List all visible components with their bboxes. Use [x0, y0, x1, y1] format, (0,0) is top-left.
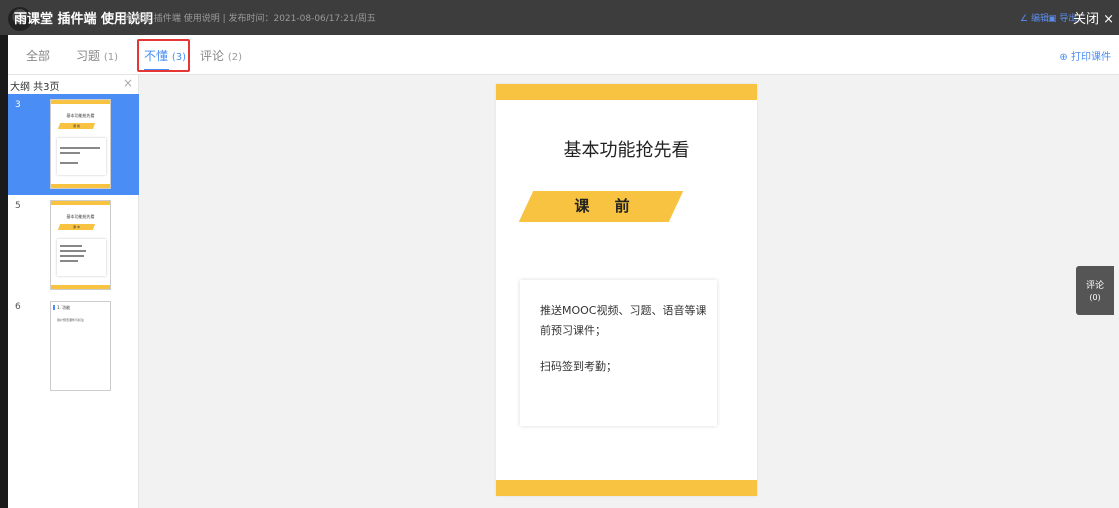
page: 雨课堂 插件端 使用说明 雨课堂 插件端 使用说明 | 发布时间：2021-08…: [0, 0, 1119, 508]
edit-label: 编辑: [1030, 14, 1049, 24]
slide-top-band: [496, 84, 757, 100]
tab-count: (2): [227, 52, 243, 63]
thumbnail-page-number: 3: [15, 100, 21, 110]
slide-content-box: 推送MOOC视频、习题、语音等课前预习课件； 扫码签到考勤；: [520, 280, 717, 426]
left-edge: [0, 35, 8, 508]
slide-bottom-band: [496, 480, 757, 496]
slide-preview: 基本功能抢先看 课 前 推送MOOC视频、习题、语音等课前预习课件； 扫码签到考…: [496, 84, 757, 496]
thumbnail-text: 用户预览课件与标注: [57, 318, 85, 322]
printer-icon: ⊕: [1059, 52, 1068, 63]
thumbnail-banner: 课 中: [73, 225, 80, 229]
tab-label: 全部: [26, 49, 51, 63]
edit-button[interactable]: ∠ 编辑: [1020, 11, 1049, 24]
outline-sidebar: 大纲 共3页 × 3 基本功能抢先看 课 前 5 基本功能抢先看 课 中 6 1…: [8, 75, 139, 508]
slide-text-line: 推送MOOC视频、习题、语音等课前预习课件；: [540, 304, 707, 337]
slide-thumbnail: 基本功能抢先看 课 前: [50, 99, 111, 189]
thumbnail-heading: 1. 功能: [57, 305, 71, 310]
print-label: 打印课件: [1071, 52, 1111, 63]
thumbnail-item[interactable]: 3 基本功能抢先看 课 前: [8, 94, 139, 195]
highlight-box: [137, 39, 190, 72]
sidebar-close-icon[interactable]: ×: [123, 76, 133, 90]
close-button[interactable]: 关闭 ×: [1073, 8, 1114, 27]
sidebar-header: 大纲 共3页 ×: [8, 75, 139, 94]
tab-exercises[interactable]: 习题 (1): [76, 47, 118, 64]
tab-comments[interactable]: 评论 (2): [200, 47, 242, 64]
comment-tab-label: 评论: [1085, 281, 1104, 291]
top-bar: 雨课堂 插件端 使用说明 雨课堂 插件端 使用说明 | 发布时间：2021-08…: [0, 0, 1119, 35]
thumbnail-title: 基本功能抢先看: [66, 214, 95, 219]
publish-info: 雨课堂 插件端 使用说明 | 发布时间：2021-08-06/17:21/周五: [124, 14, 376, 24]
thumbnail-item[interactable]: 6 1. 功能 用户预览课件与标注: [8, 296, 139, 397]
comment-tab-count: (0): [1089, 293, 1101, 302]
thumbnail-item[interactable]: 5 基本功能抢先看 课 中: [8, 195, 139, 296]
slide-title: 基本功能抢先看: [563, 140, 690, 161]
sidebar-title: 大纲 共3页: [10, 82, 60, 93]
tab-count: (1): [103, 52, 119, 63]
thumbnail-page-number: 6: [15, 302, 21, 312]
tab-label: 习题: [76, 49, 101, 63]
thumbnail-page-number: 5: [15, 201, 21, 211]
edit-icon: ∠: [1020, 14, 1029, 24]
slide-thumbnail: 1. 功能 用户预览课件与标注: [50, 301, 111, 391]
print-button[interactable]: ⊕ 打印课件: [1059, 48, 1111, 63]
tab-all[interactable]: 全部: [26, 47, 50, 64]
comment-side-tab[interactable]: 评论 (0): [1076, 266, 1114, 315]
slide-banner-text: 课 前: [574, 197, 640, 215]
export-icon: ▣: [1048, 14, 1057, 24]
thumbnail-title: 基本功能抢先看: [66, 113, 95, 118]
tab-bar: 全部 习题 (1) 不懂 (3) 评论 (2) ⊕ 打印课件: [8, 35, 1119, 75]
slide-text-line: 扫码签到考勤；: [540, 360, 617, 373]
slide-thumbnail: 基本功能抢先看 课 中: [50, 200, 111, 290]
tab-label: 评论: [200, 49, 225, 63]
thumbnail-banner: 课 前: [73, 124, 80, 128]
